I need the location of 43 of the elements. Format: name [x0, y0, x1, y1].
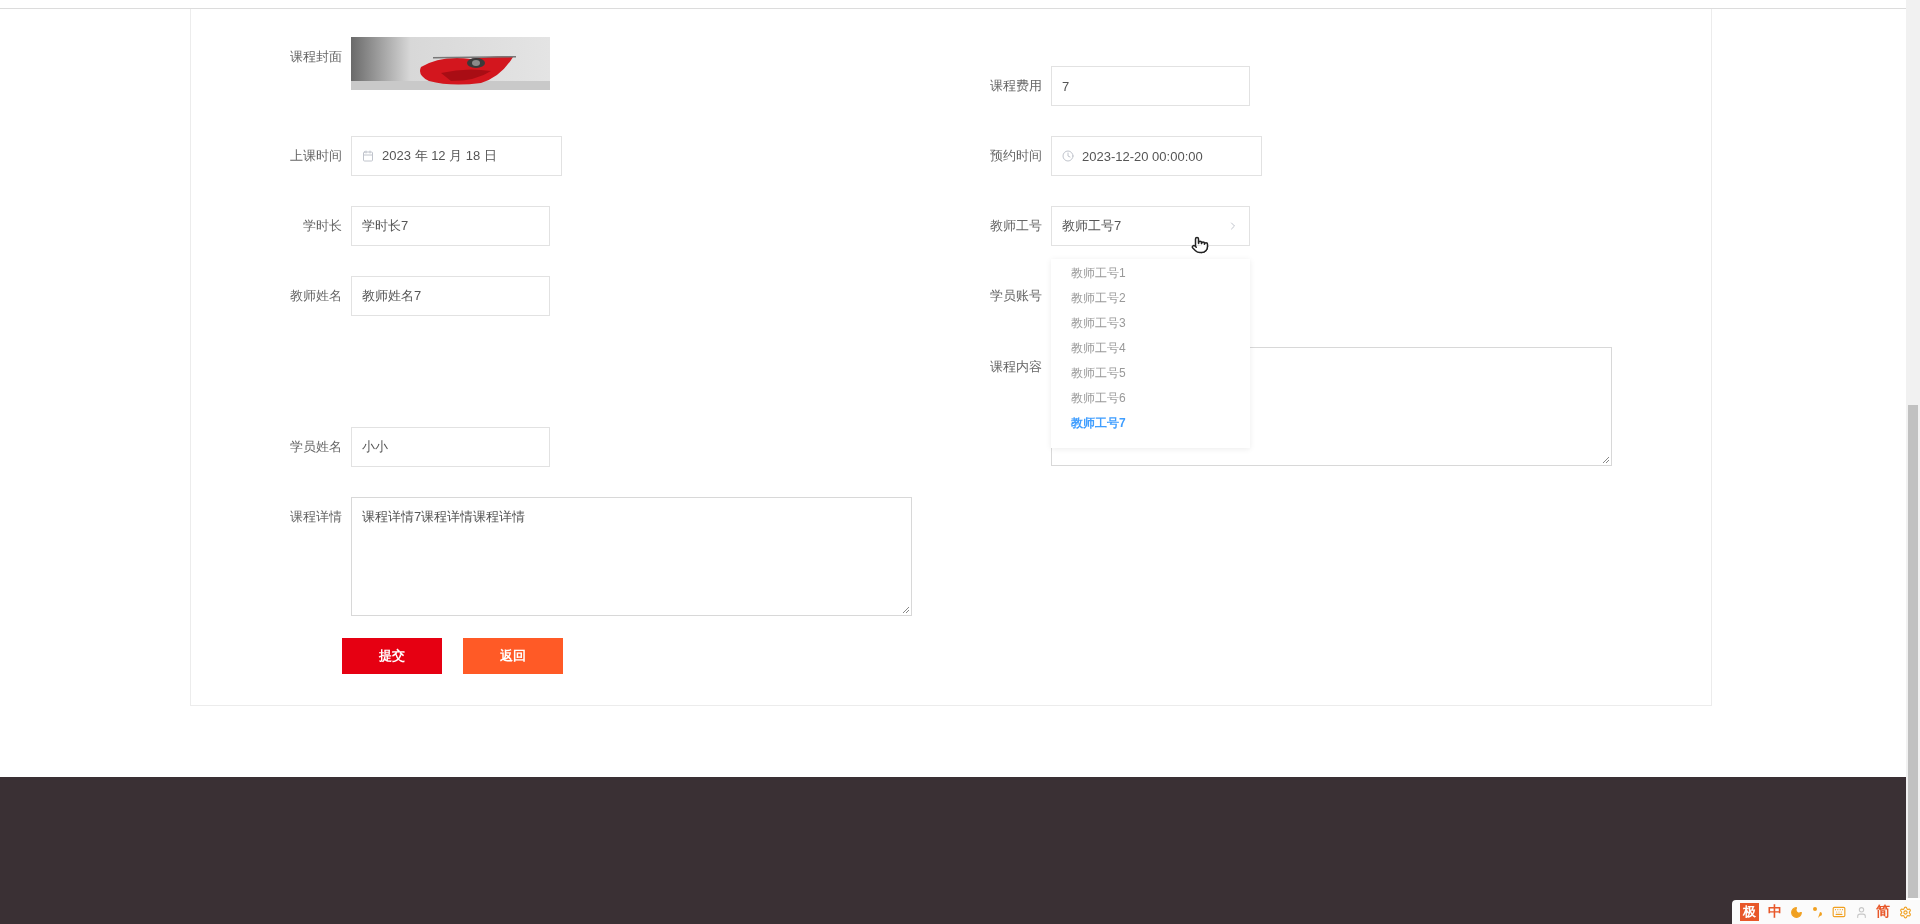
dropdown-option[interactable]: 教师工号6	[1051, 386, 1250, 411]
text-field[interactable]: 教师姓名7	[351, 276, 550, 316]
scrollbar[interactable]	[1906, 0, 1920, 898]
field-label: 上课时间	[289, 147, 342, 165]
text-field[interactable]: 小小	[351, 427, 550, 467]
resize-handle-icon[interactable]	[1602, 456, 1610, 464]
date-field[interactable]: 2023-12-20 00:00:00	[1051, 136, 1262, 176]
field-label: 预约时间	[989, 147, 1042, 165]
submit-button[interactable]: 提交	[342, 638, 442, 674]
text-field[interactable]: 学时长7	[351, 206, 550, 246]
dropdown-option[interactable]: 教师工号7	[1051, 411, 1250, 436]
ime-mode-toggle[interactable]: 中	[1767, 903, 1782, 921]
field-label: 学时长	[302, 217, 342, 235]
field-label: 学员账号	[989, 287, 1042, 305]
field-label: 课程封面	[289, 48, 342, 66]
text-area[interactable]: 课程详情7课程详情课程详情	[351, 497, 912, 616]
dropdown-option[interactable]: 教师工号5	[1051, 361, 1250, 386]
field-label: 课程内容	[989, 358, 1042, 376]
user-icon[interactable]	[1854, 905, 1868, 919]
keyboard-icon[interactable]	[1832, 905, 1847, 919]
resize-handle-icon[interactable]	[902, 606, 910, 614]
dropdown-option[interactable]: 教师工号3	[1051, 311, 1250, 336]
text-field[interactable]: 7	[1051, 66, 1250, 106]
calendar-icon	[362, 150, 374, 162]
moon-icon[interactable]	[1790, 905, 1804, 919]
ime-logo[interactable]: 极	[1740, 903, 1760, 921]
dropdown-option[interactable]: 教师工号4	[1051, 336, 1250, 361]
hand-cursor-icon	[1191, 236, 1209, 254]
field-label: 教师姓名	[289, 287, 342, 305]
field-label: 课程费用	[989, 77, 1042, 95]
dropdown-option[interactable]: 教师工号2	[1051, 286, 1250, 311]
clock-icon	[1062, 150, 1074, 162]
back-button[interactable]: 返回	[463, 638, 563, 674]
scrollbar-thumb[interactable]	[1908, 405, 1918, 898]
select-field[interactable]: 教师工号7	[1051, 206, 1250, 246]
dropdown-option[interactable]: 教师工号1	[1051, 261, 1250, 286]
ime-mode-toggle[interactable]: 简	[1876, 903, 1891, 921]
field-label: 课程详情	[289, 508, 342, 526]
date-field[interactable]: 2023 年 12 月 18 日	[351, 136, 562, 176]
settings-icon[interactable]	[1898, 905, 1912, 919]
punctuation-icon[interactable]	[1811, 906, 1824, 918]
field-label: 学员姓名	[289, 438, 342, 456]
field-label: 教师工号	[989, 217, 1042, 235]
